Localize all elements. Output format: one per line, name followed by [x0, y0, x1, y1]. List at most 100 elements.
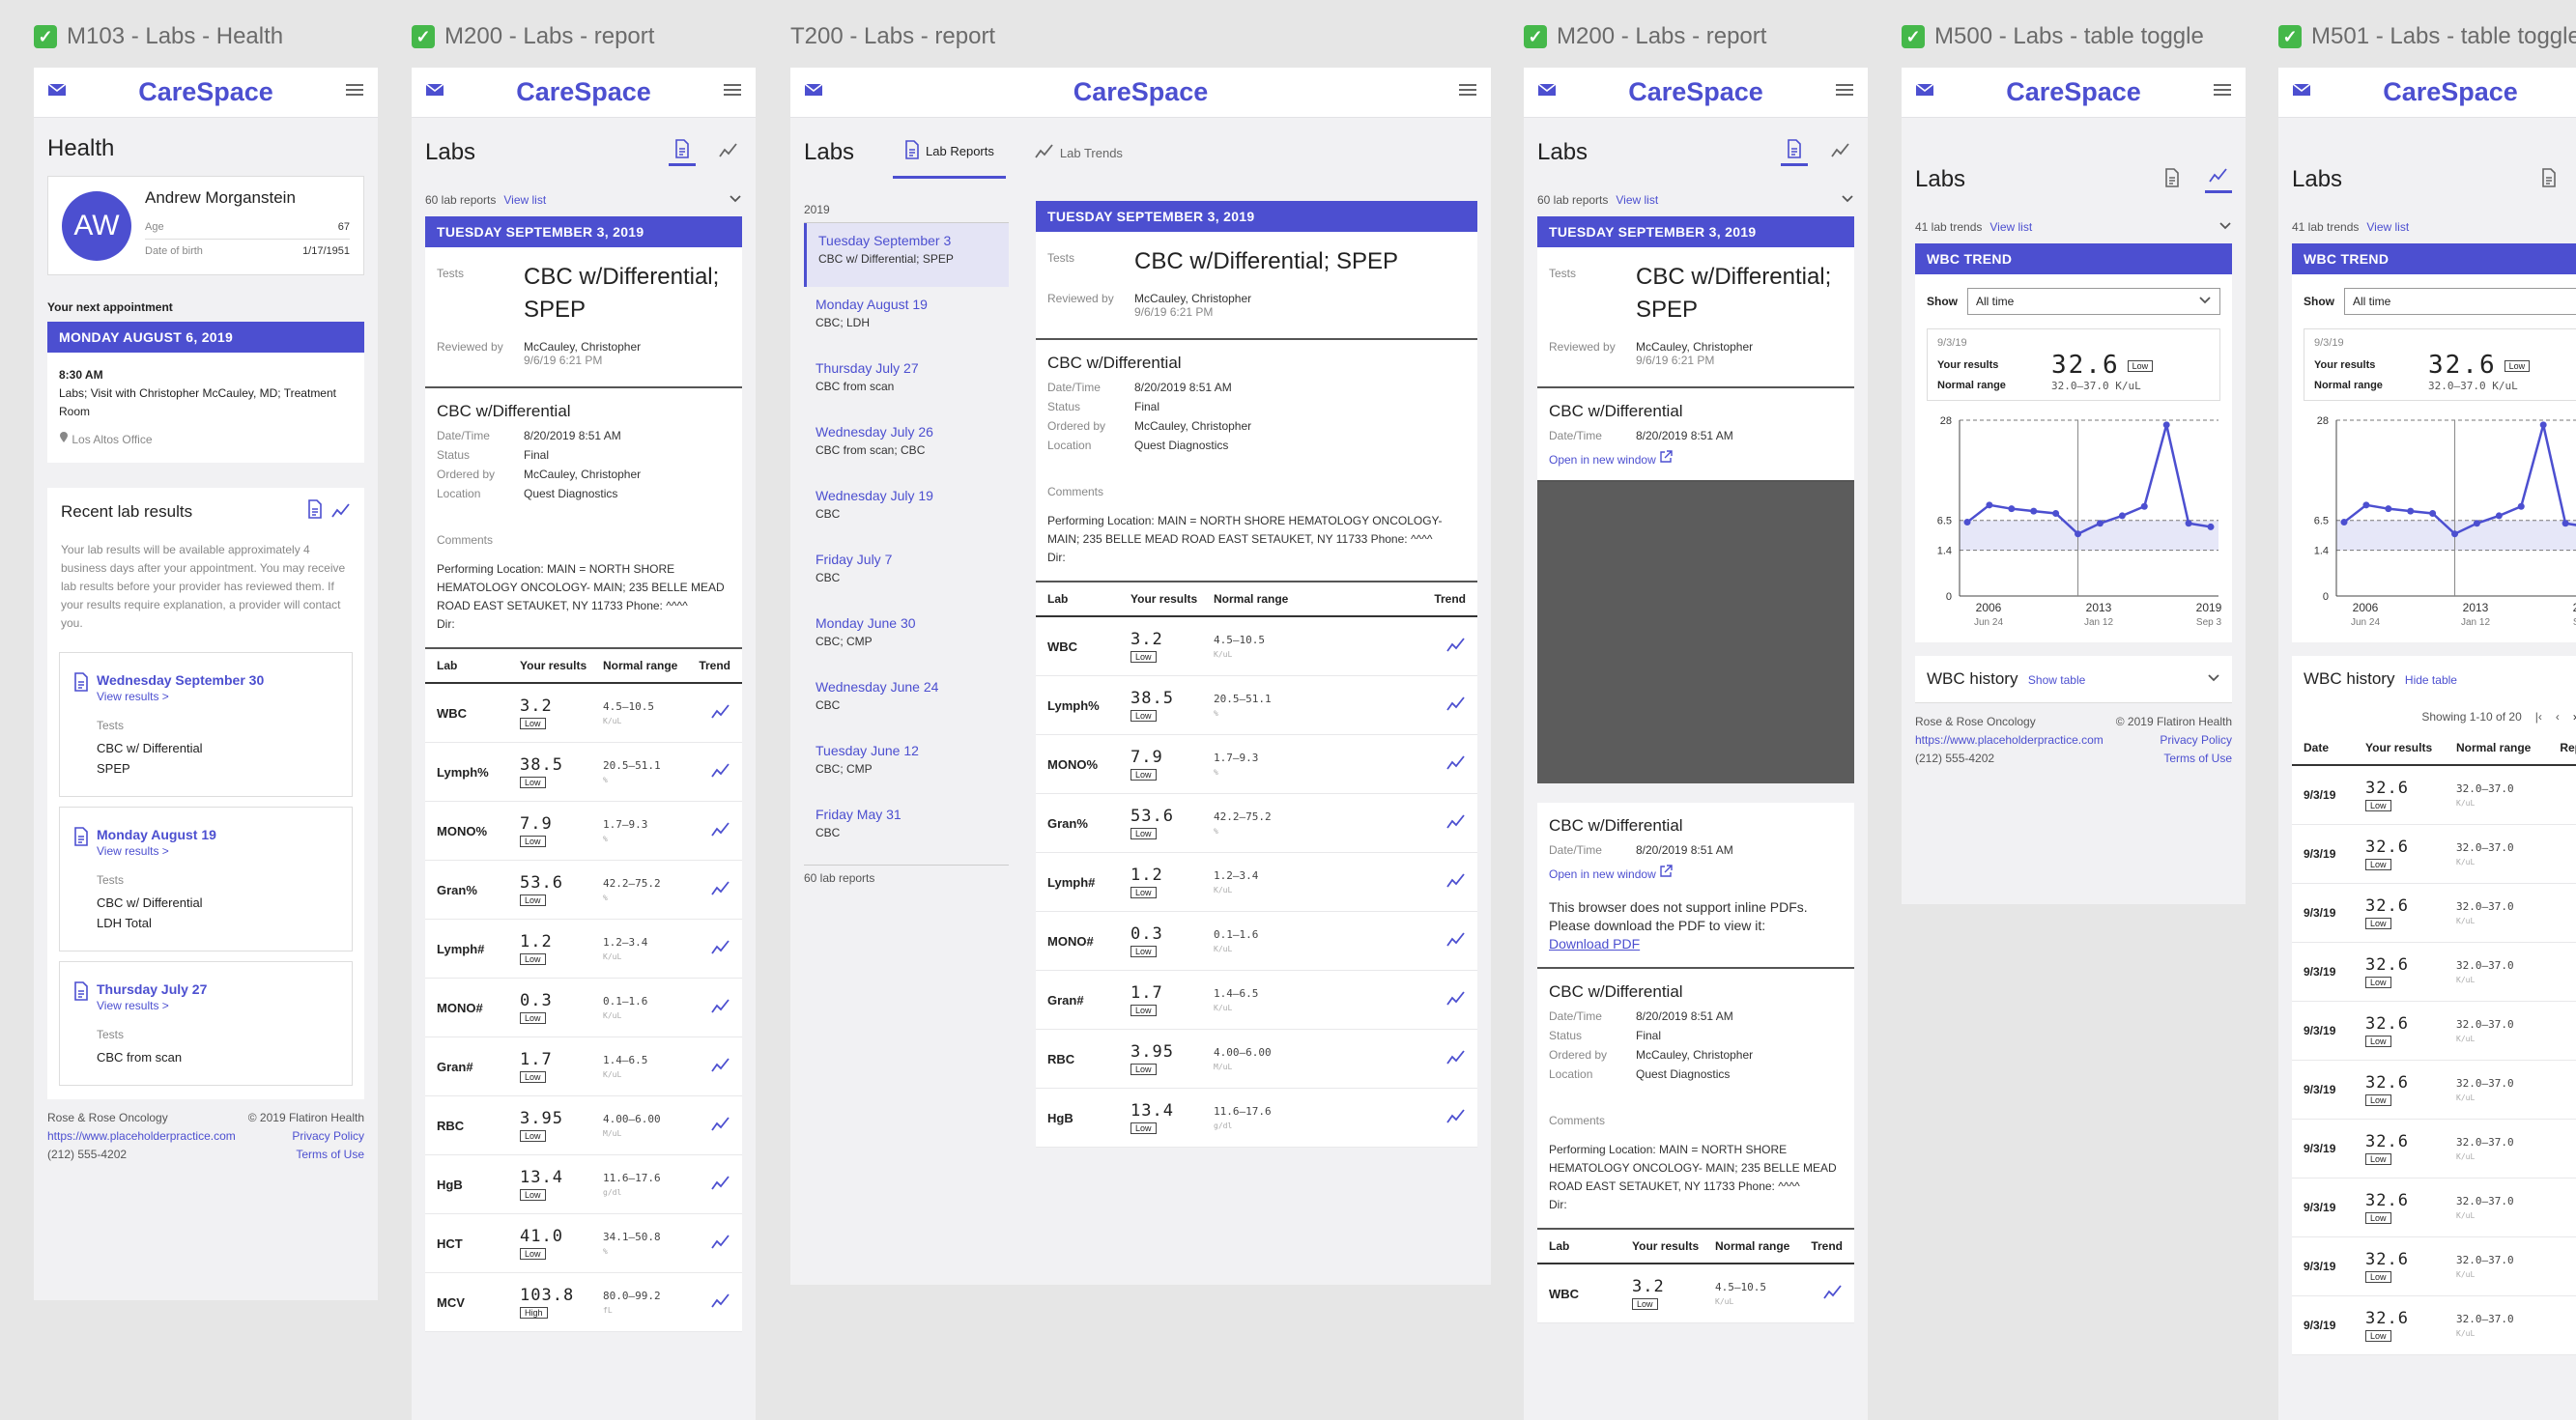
app-logo[interactable]: CareSpace [2006, 77, 2141, 107]
trends-tab-icon[interactable] [719, 142, 738, 163]
prev-page-icon[interactable]: ‹ [2556, 710, 2560, 724]
show-select[interactable]: All time [2344, 288, 2576, 315]
toggle-table-link[interactable]: Hide table [2405, 673, 2457, 687]
lab-row[interactable]: Gran% 53.6 Low 42.2—75.2% [425, 861, 742, 920]
trend-icon[interactable] [1446, 872, 1466, 892]
report-date[interactable]: Wednesday July 19 [816, 488, 997, 503]
trend-icon[interactable] [711, 762, 730, 781]
terms-link[interactable]: Terms of Use [296, 1148, 364, 1161]
report-list-item[interactable]: Friday July 7 CBC [804, 542, 1009, 606]
report-list-item[interactable]: Wednesday July 19 CBC [804, 478, 1009, 542]
trend-icon[interactable] [331, 503, 351, 524]
trend-icon[interactable] [1446, 813, 1466, 833]
report-date[interactable]: Thursday July 27 [816, 360, 997, 376]
trend-icon[interactable] [1446, 990, 1466, 1009]
tab-lab-trends[interactable]: Lab Trends [1031, 127, 1127, 179]
external-link-icon[interactable] [1659, 450, 1673, 467]
report-date[interactable]: Monday June 30 [816, 615, 997, 631]
terms-link[interactable]: Terms of Use [2163, 752, 2232, 765]
lab-row[interactable]: MONO% 7.9 Low 1.7—9.3% [425, 802, 742, 861]
lab-row[interactable]: MONO# 0.3 Low 0.1—1.6 K/uL [1036, 912, 1477, 971]
lab-row[interactable]: HCT 41.0 Low 34.1—50.8% [425, 1214, 742, 1273]
menu-icon[interactable] [345, 82, 364, 102]
lab-row[interactable]: Lymph# 1.2 Low 1.2—3.4 K/uL [1036, 853, 1477, 912]
trend-icon[interactable] [1446, 754, 1466, 774]
trend-icon[interactable] [711, 1116, 730, 1135]
reports-tab-icon[interactable] [2164, 167, 2180, 192]
trends-tab-icon[interactable] [1831, 142, 1850, 163]
report-list-item[interactable]: Tuesday June 12 CBC; CMP [804, 733, 1009, 797]
report-list-item[interactable]: Thursday July 27 CBC from scan [804, 351, 1009, 414]
view-list-link[interactable]: View list [1989, 220, 2032, 234]
report-list-item[interactable]: Monday August 19 CBC; LDH [804, 287, 1009, 351]
toggle-table-link[interactable]: Show table [2028, 673, 2085, 687]
card-date[interactable]: Wednesday September 30 [97, 672, 264, 688]
app-logo[interactable]: CareSpace [1628, 77, 1763, 107]
show-select-value[interactable]: All time [2353, 295, 2390, 308]
trend-icon[interactable] [711, 821, 730, 840]
trend-icon[interactable] [711, 939, 730, 958]
app-logo[interactable]: CareSpace [516, 77, 651, 107]
lab-row[interactable]: Gran# 1.7 Low 1.4—6.5 K/uL [425, 1037, 742, 1096]
history-row[interactable]: 9/3/19 32.6 Low 32.0—37.0 K/uL [2292, 943, 2576, 1002]
trend-icon[interactable] [1446, 1049, 1466, 1068]
open-window-link[interactable]: Open in new window [1549, 867, 1656, 881]
lab-row[interactable]: RBC 3.95 Low 4.00—6.00 M/uL [1036, 1030, 1477, 1089]
lab-row[interactable]: MONO% 7.9 Low 1.7—9.3% [1036, 735, 1477, 794]
report-date[interactable]: Tuesday June 12 [816, 743, 997, 758]
chevron-down-icon[interactable] [2218, 220, 2232, 234]
mail-icon[interactable] [804, 82, 823, 102]
menu-icon[interactable] [1835, 82, 1854, 102]
report-date[interactable]: Friday July 7 [816, 552, 997, 567]
lab-row[interactable]: MONO# 0.3 Low 0.1—1.6 K/uL [425, 979, 742, 1037]
lab-row[interactable]: Gran# 1.7 Low 1.4—6.5 K/uL [1036, 971, 1477, 1030]
first-page-icon[interactable]: |‹ [2535, 710, 2542, 724]
chevron-down-icon[interactable] [729, 193, 742, 207]
app-logo[interactable]: CareSpace [2383, 77, 2518, 107]
trend-icon[interactable] [711, 1292, 730, 1312]
report-date[interactable]: Tuesday September 3 [818, 233, 997, 248]
tab-label[interactable]: Lab Reports [926, 144, 994, 158]
external-link-icon[interactable] [1659, 865, 1673, 881]
history-row[interactable]: 9/3/19 32.6 Low 32.0—37.0 K/uL [2292, 1120, 2576, 1179]
appointment-card[interactable]: MONDAY AUGUST 6, 2019 8:30 AM Labs; Visit… [47, 322, 364, 463]
trend-icon[interactable] [711, 1175, 730, 1194]
tab-label[interactable]: Lab Trends [1060, 146, 1123, 160]
reports-tab-icon[interactable] [674, 139, 690, 163]
view-results-link[interactable]: View results > [97, 844, 169, 858]
report-list-item[interactable]: Tuesday September 3 CBC w/ Differential; … [804, 223, 1009, 287]
lab-result-card[interactable]: Monday August 19 View results > Tests CBC … [59, 807, 353, 951]
tab-lab-reports[interactable]: Lab Reports [893, 127, 1006, 179]
menu-icon[interactable] [723, 82, 742, 102]
lab-row[interactable]: WBC 3.2 Low 4.5—10.5 K/uL [1036, 617, 1477, 676]
lab-row[interactable]: RBC 3.95 Low 4.00—6.00 M/uL [425, 1096, 742, 1155]
trend-icon[interactable] [1446, 696, 1466, 715]
lab-row[interactable]: Gran% 53.6 Low 42.2—75.2% [1036, 794, 1477, 853]
history-row[interactable]: 9/3/19 32.6 Low 32.0—37.0 K/uL [2292, 1237, 2576, 1296]
chevron-down-icon[interactable] [2207, 670, 2220, 688]
lab-row[interactable]: HgB 13.4 Low 11.6—17.6 g/dl [425, 1155, 742, 1214]
download-pdf-link[interactable]: Download PDF [1549, 936, 1640, 951]
trend-icon[interactable] [1446, 931, 1466, 951]
lab-row[interactable]: Lymph# 1.2 Low 1.2—3.4 K/uL [425, 920, 742, 979]
view-results-link[interactable]: View results > [97, 999, 169, 1012]
reports-tab-icon[interactable] [1787, 139, 1802, 163]
trend-icon[interactable] [711, 1234, 730, 1253]
pdf-viewer[interactable] [1537, 482, 1854, 783]
view-results-link[interactable]: View results > [97, 690, 169, 703]
mail-icon[interactable] [1915, 82, 1934, 102]
report-date[interactable]: Wednesday June 24 [816, 679, 997, 695]
lab-row[interactable]: HgB 13.4 Low 11.6—17.6 g/dl [1036, 1089, 1477, 1148]
trend-icon[interactable] [711, 703, 730, 723]
trend-icon[interactable] [711, 998, 730, 1017]
report-list-item[interactable]: Monday June 30 CBC; CMP [804, 606, 1009, 669]
report-list-item[interactable]: Wednesday July 26 CBC from scan; CBC [804, 414, 1009, 478]
report-list-item[interactable]: Wednesday June 24 CBC [804, 669, 1009, 733]
history-row[interactable]: 9/3/19 32.6 Low 32.0—37.0 K/uL [2292, 825, 2576, 884]
chevron-down-icon[interactable] [1841, 193, 1854, 207]
document-icon[interactable] [307, 499, 323, 524]
report-date[interactable]: Wednesday July 26 [816, 424, 997, 440]
view-list-link[interactable]: View list [503, 193, 546, 207]
lab-row[interactable]: WBC 3.2 Low 4.5—10.5 K/uL [1537, 1264, 1854, 1323]
footer-url[interactable]: https://www.placeholderpractice.com [47, 1129, 236, 1143]
